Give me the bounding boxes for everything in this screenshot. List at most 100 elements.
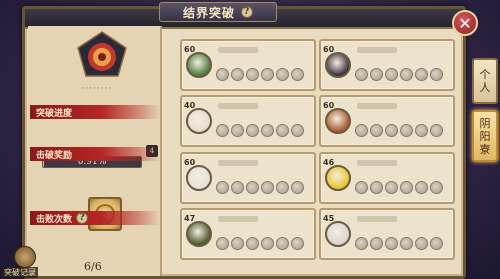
tab-guild-label-2: 阳 — [479, 129, 491, 143]
star-slot-icon — [385, 181, 398, 194]
star-slot-icon — [370, 181, 383, 194]
records-button[interactable]: 突破记录 — [2, 246, 42, 279]
star-slot-icon — [400, 124, 413, 137]
tab-personal-label-2: 人 — [479, 81, 491, 94]
star-slot-icon — [400, 237, 413, 250]
tab-guild-label-3: 寮 — [479, 142, 491, 156]
close-button[interactable]: ✕ — [452, 10, 478, 36]
star-slot-icon — [246, 68, 259, 81]
records-label: 突破记录 — [2, 267, 38, 278]
opponent-card[interactable]: 46 — [319, 152, 455, 204]
star-slots — [355, 124, 443, 137]
star-slot-icon — [415, 181, 428, 194]
opponent-card[interactable]: 60 — [319, 95, 455, 147]
opponent-name — [218, 216, 258, 222]
avatar — [186, 165, 212, 191]
star-slot-icon — [385, 68, 398, 81]
star-slot-icon — [400, 68, 413, 81]
opponent-name — [357, 160, 397, 166]
star-slots — [216, 237, 304, 250]
star-slot-icon — [276, 68, 289, 81]
star-slots — [355, 181, 443, 194]
star-slot-icon — [430, 124, 443, 137]
opponent-level: 46 — [323, 158, 335, 167]
star-slot-icon — [291, 68, 304, 81]
avatar — [186, 221, 212, 247]
star-slot-icon — [415, 68, 428, 81]
star-slots — [216, 68, 304, 81]
opponent-level: 45 — [323, 214, 335, 223]
star-slot-icon — [415, 237, 428, 250]
star-slot-icon — [355, 124, 368, 137]
opponent-level: 60 — [184, 45, 196, 54]
opponent-card[interactable]: 47 — [180, 208, 316, 260]
opponent-card[interactable]: 40 — [180, 95, 316, 147]
opponent-level: 60 — [323, 45, 335, 54]
opponent-level: 60 — [184, 158, 196, 167]
scroll-icon — [14, 246, 36, 268]
star-slot-icon — [261, 237, 274, 250]
star-slot-icon — [385, 124, 398, 137]
star-slots — [355, 68, 443, 81]
star-slot-icon — [400, 181, 413, 194]
star-slot-icon — [261, 124, 274, 137]
star-slot-icon — [231, 124, 244, 137]
star-slot-icon — [276, 181, 289, 194]
tab-guild-label-1: 阴 — [479, 116, 491, 130]
star-slot-icon — [261, 181, 274, 194]
avatar — [186, 108, 212, 134]
star-slot-icon — [430, 237, 443, 250]
star-slot-icon — [231, 237, 244, 250]
star-slot-icon — [291, 181, 304, 194]
star-slot-icon — [430, 68, 443, 81]
opponent-level: 40 — [184, 101, 196, 110]
star-slot-icon — [261, 68, 274, 81]
progress-label-text: 突破进度 — [36, 108, 73, 119]
guild-info-panel: ········ 突破进度 4 0.91% 击破奖励 击败次数 ? 6/6 — [28, 26, 162, 276]
star-slot-icon — [370, 237, 383, 250]
star-slot-icon — [216, 124, 229, 137]
star-slot-icon — [231, 181, 244, 194]
star-slot-icon — [246, 181, 259, 194]
star-slot-icon — [385, 237, 398, 250]
star-slot-icon — [355, 237, 368, 250]
star-slot-icon — [276, 237, 289, 250]
star-slot-icon — [291, 124, 304, 137]
opponent-card[interactable]: 60 — [180, 39, 316, 91]
opponent-level: 60 — [323, 101, 335, 110]
star-slot-icon — [415, 124, 428, 137]
avatar — [325, 108, 351, 134]
opponent-name — [218, 47, 258, 53]
star-slot-icon — [370, 68, 383, 81]
reward-label: 击破奖励 — [30, 147, 160, 161]
tab-personal-label-1: 个 — [479, 68, 491, 81]
avatar — [186, 52, 212, 78]
star-slots — [216, 181, 304, 194]
tab-personal[interactable]: 个 人 — [472, 58, 498, 104]
opponent-name — [218, 160, 258, 166]
star-slot-icon — [246, 237, 259, 250]
defeat-count: 6/6 — [84, 260, 102, 273]
progress-label: 突破进度 — [30, 105, 160, 119]
star-slot-icon — [216, 237, 229, 250]
star-slot-icon — [355, 68, 368, 81]
opponent-level: 47 — [184, 214, 196, 223]
opponent-card[interactable]: 60 — [319, 39, 455, 91]
star-slot-icon — [291, 237, 304, 250]
tab-guild[interactable]: 阴 阳 寮 — [472, 110, 498, 162]
opponent-name — [357, 103, 397, 109]
defeat-label: 击败次数 ? — [30, 211, 160, 225]
guild-emblem-icon — [77, 31, 127, 77]
page-title: 结界突破 ? — [159, 2, 277, 22]
help-icon[interactable]: ? — [241, 6, 253, 18]
opponent-card[interactable]: 45 — [319, 208, 455, 260]
page-title-text: 结界突破 — [182, 5, 235, 20]
star-slot-icon — [246, 124, 259, 137]
avatar — [325, 165, 351, 191]
help-icon[interactable]: ? — [76, 212, 89, 224]
star-slots — [355, 237, 443, 250]
opponent-card[interactable]: 60 — [180, 152, 316, 204]
guild-name: ········ — [81, 84, 113, 94]
star-slot-icon — [355, 181, 368, 194]
star-slot-icon — [370, 124, 383, 137]
